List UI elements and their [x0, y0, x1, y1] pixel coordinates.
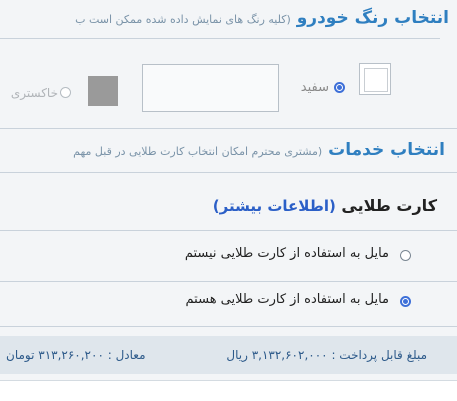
more-info-link[interactable]: (اطلاعات بیشتر): [213, 197, 336, 215]
gray-color-swatch[interactable]: [88, 76, 118, 106]
divider: [0, 128, 457, 129]
color-section-title: انتخاب رنگ خودرو (کلیه رنگ های نمایش داد…: [75, 8, 449, 28]
color-section-note: (کلیه رنگ های نمایش داده شده ممکن است ب: [75, 13, 291, 26]
golden-card-radio-no[interactable]: [400, 250, 411, 261]
color-radio-white[interactable]: [334, 82, 345, 93]
white-name-box: [142, 64, 279, 112]
golden-card-title-text: کارت طلایی: [341, 196, 437, 215]
color-radio-gray[interactable]: [60, 87, 71, 98]
payment-equivalent-label: معادل :: [107, 348, 146, 362]
divider: [0, 326, 457, 327]
color-option-label-white: سفید: [300, 80, 329, 95]
payment-equivalent-value: ۳۱۳,۲۶۰,۲۰۰ تومان: [6, 348, 104, 362]
services-section-note: (مشتری محترم امکان انتخاب کارت طلایی در …: [73, 145, 323, 158]
golden-card-option-yes[interactable]: مایل به استفاده از کارت طلایی هستم: [186, 292, 389, 307]
payment-amount: مبلغ قابل پرداخت : ۳,۱۳۲,۶۰۲,۰۰۰ ریال: [226, 348, 427, 362]
payment-amount-value: ۳,۱۳۲,۶۰۲,۰۰۰ ریال: [226, 348, 328, 362]
color-option-label-gray: خاکستری: [10, 86, 58, 100]
divider: [0, 281, 457, 282]
divider: [0, 230, 457, 231]
divider: [0, 38, 440, 39]
payment-amount-label: مبلغ قابل پرداخت :: [331, 348, 427, 362]
divider: [0, 172, 457, 173]
payment-equivalent: معادل : ۳۱۳,۲۶۰,۲۰۰ تومان: [6, 348, 146, 362]
golden-card-title: کارت طلایی (اطلاعات بیشتر): [213, 196, 437, 215]
services-section-title-text: انتخاب خدمات: [328, 140, 445, 160]
services-section-title: انتخاب خدمات (مشتری محترم امکان انتخاب ک…: [73, 140, 445, 160]
color-section-title-text: انتخاب رنگ خودرو: [296, 8, 449, 28]
golden-card-option-no[interactable]: مایل به استفاده از کارت طلایی نیستم: [185, 246, 389, 261]
golden-card-radio-yes[interactable]: [400, 296, 411, 307]
white-color-swatch[interactable]: [359, 63, 391, 95]
bottom-panel: [0, 380, 457, 401]
